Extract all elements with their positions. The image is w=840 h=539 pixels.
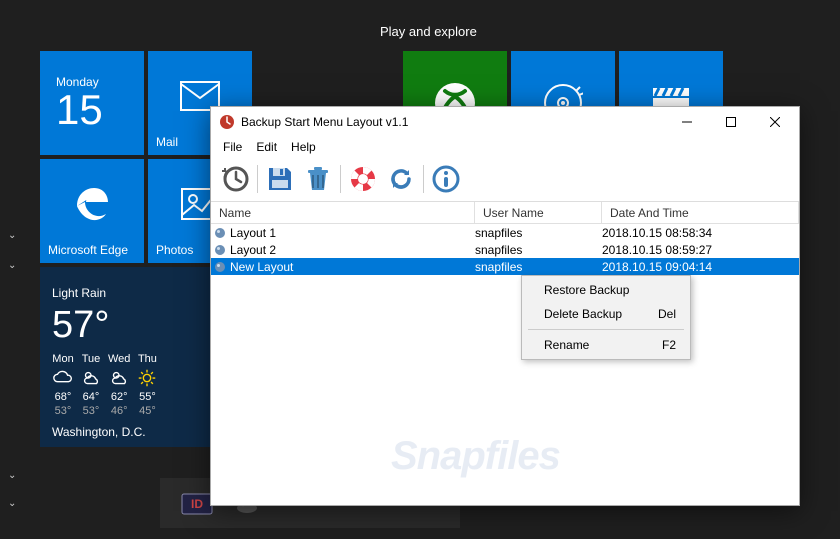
edge-tile[interactable]: Microsoft Edge <box>40 159 144 263</box>
table-row[interactable]: Layout 1 snapfiles 2018.10.15 08:58:34 <box>211 224 799 241</box>
minimize-button[interactable] <box>665 107 709 137</box>
shortcut-label: F2 <box>662 338 676 352</box>
list-body: Layout 1 snapfiles 2018.10.15 08:58:34 L… <box>211 224 799 505</box>
lifebuoy-icon <box>349 165 377 193</box>
context-menu: Restore Backup Delete Backup Del Rename … <box>521 275 691 360</box>
watermark: Snapfiles <box>391 434 560 479</box>
tile-label: Microsoft Edge <box>48 243 128 257</box>
taskbar-app-icon[interactable]: ID <box>180 486 214 520</box>
delete-button[interactable] <box>300 161 336 197</box>
cell-name: Layout 1 <box>230 226 475 240</box>
column-header-user[interactable]: User Name <box>475 202 602 223</box>
menu-file[interactable]: File <box>217 139 248 155</box>
column-header-name[interactable]: Name <box>211 202 475 223</box>
about-button[interactable] <box>428 161 464 197</box>
chevron-down-icon[interactable]: ⌄ <box>8 230 16 241</box>
forecast-day: Thu 55° 45° <box>136 353 158 417</box>
cell-name: New Layout <box>230 260 475 274</box>
cell-user: snapfiles <box>475 260 602 274</box>
cell-date: 2018.10.15 08:58:34 <box>602 226 799 240</box>
toolbar-separator <box>340 165 341 193</box>
context-menu-separator <box>528 329 684 330</box>
toolbar-separator <box>423 165 424 193</box>
item-icon <box>214 227 226 239</box>
cell-user: snapfiles <box>475 243 602 257</box>
table-row[interactable]: Layout 2 snapfiles 2018.10.15 08:59:27 <box>211 241 799 258</box>
shortcut-label: Del <box>658 307 676 321</box>
chevron-down-icon[interactable]: ⌄ <box>8 470 16 481</box>
backup-button[interactable] <box>217 161 253 197</box>
info-icon <box>432 165 460 193</box>
cell-user: snapfiles <box>475 226 602 240</box>
item-icon <box>214 244 226 256</box>
partly-cloudy-icon <box>80 367 102 389</box>
trash-icon <box>304 165 332 193</box>
tile-label: Mail <box>156 135 178 149</box>
toolbar <box>211 157 799 202</box>
menubar: File Edit Help <box>211 137 799 157</box>
close-button[interactable] <box>753 107 797 137</box>
menu-help[interactable]: Help <box>285 139 322 155</box>
refresh-button[interactable] <box>383 161 419 197</box>
context-menu-delete[interactable]: Delete Backup Del <box>524 302 688 326</box>
context-menu-rename[interactable]: Rename F2 <box>524 333 688 357</box>
floppy-disk-icon <box>266 165 294 193</box>
chevron-down-icon[interactable]: ⌄ <box>8 260 16 271</box>
forecast-day: Mon 68° 53° <box>52 353 74 417</box>
cell-date: 2018.10.15 08:59:27 <box>602 243 799 257</box>
category-label: Play and explore <box>380 24 477 39</box>
refresh-icon <box>387 165 415 193</box>
partly-cloudy-icon <box>108 367 130 389</box>
list-header: Name User Name Date And Time <box>211 202 799 224</box>
table-row-selected[interactable]: New Layout snapfiles 2018.10.15 09:04:14 <box>211 258 799 275</box>
window-title: Backup Start Menu Layout v1.1 <box>241 115 665 129</box>
forecast-day: Tue 64° 53° <box>80 353 102 417</box>
svg-text:ID: ID <box>191 497 203 511</box>
app-window: Backup Start Menu Layout v1.1 File Edit … <box>210 106 800 506</box>
app-icon <box>219 114 235 130</box>
sun-icon <box>136 367 158 389</box>
context-menu-restore[interactable]: Restore Backup <box>524 278 688 302</box>
forecast-day: Wed 62° 46° <box>108 353 130 417</box>
tile-label: Photos <box>156 243 193 257</box>
restore-button[interactable] <box>345 161 381 197</box>
save-button[interactable] <box>262 161 298 197</box>
item-icon <box>214 261 226 273</box>
toolbar-separator <box>257 165 258 193</box>
calendar-tile[interactable]: Monday 15 <box>40 51 144 155</box>
titlebar[interactable]: Backup Start Menu Layout v1.1 <box>211 107 799 137</box>
cell-name: Layout 2 <box>230 243 475 257</box>
edge-icon <box>48 165 136 243</box>
clock-history-icon <box>220 164 250 194</box>
calendar-date: 15 <box>56 89 103 131</box>
chevron-down-icon[interactable]: ⌄ <box>8 498 16 509</box>
column-header-date[interactable]: Date And Time <box>602 202 799 223</box>
menu-edit[interactable]: Edit <box>250 139 283 155</box>
maximize-button[interactable] <box>709 107 753 137</box>
cloud-icon <box>52 367 74 389</box>
cell-date: 2018.10.15 09:04:14 <box>602 260 799 274</box>
